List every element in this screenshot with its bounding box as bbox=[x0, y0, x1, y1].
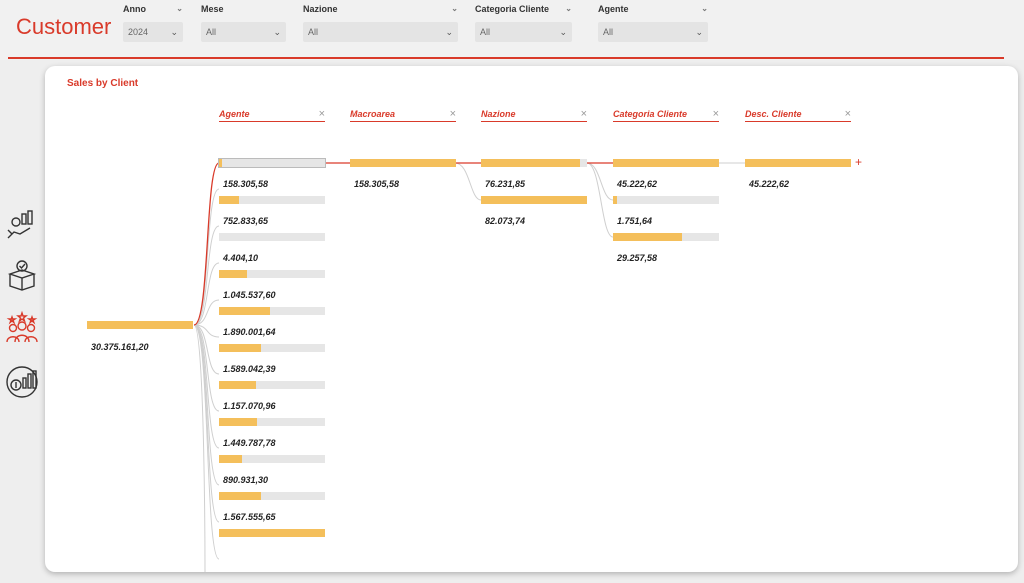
tree-node-agente-fill bbox=[219, 418, 258, 426]
chevron-down-icon: ⌄ bbox=[176, 4, 183, 13]
tree-node-agente-value: 4.404,10 bbox=[223, 253, 259, 263]
tree-node-agente[interactable] bbox=[219, 381, 325, 389]
tree-node-categoria-value: 29.257,58 bbox=[617, 253, 658, 263]
tree-node-agente-fill bbox=[219, 529, 325, 537]
tree-node-macroarea-value: 158.305,58 bbox=[354, 179, 400, 189]
tree-node-nazione-fill bbox=[481, 196, 587, 204]
tree-node-root[interactable] bbox=[87, 321, 193, 329]
tree-links bbox=[193, 162, 745, 572]
tree-node-categoria-fill bbox=[613, 196, 618, 204]
tree-node-agente-value: 1.449.787,78 bbox=[223, 438, 276, 448]
tree-node-nazione[interactable] bbox=[481, 196, 587, 204]
filter-categoria-select[interactable]: All ⌄ bbox=[475, 22, 572, 42]
filter-nazione[interactable]: Nazione ⌄ All ⌄ bbox=[303, 2, 458, 42]
tree-node-agente-value: 1.045.537,60 bbox=[223, 290, 276, 300]
filter-anno-select[interactable]: 2024 ⌄ bbox=[123, 22, 183, 42]
filter-nazione-select[interactable]: All ⌄ bbox=[303, 22, 458, 42]
box-check-icon[interactable] bbox=[4, 256, 40, 292]
tree-node-agente-value: 1.157.070,96 bbox=[223, 401, 276, 411]
filter-categoria-label: Categoria Cliente bbox=[475, 4, 550, 14]
chevron-down-icon: ⌄ bbox=[445, 26, 453, 37]
tree-node-agente-value: 158.305,58 bbox=[223, 179, 269, 189]
tree-node-agente-fill bbox=[219, 344, 262, 352]
tree-node-nazione-value: 76.231,85 bbox=[485, 179, 526, 189]
tree-node-root-fill bbox=[87, 321, 193, 329]
tree-node-nazione-fill bbox=[481, 159, 580, 167]
tree-node-agente-fill bbox=[219, 492, 262, 500]
tree-node-desc-cliente-fill bbox=[745, 159, 851, 167]
filter-categoria[interactable]: Categoria Cliente ⌄ All ⌄ bbox=[475, 2, 572, 42]
tree-node-categoria-value: 1.751,64 bbox=[617, 216, 653, 226]
hand-money-growth-icon[interactable] bbox=[4, 208, 40, 244]
filter-agente-value: All bbox=[603, 27, 614, 37]
filter-anno-label: Anno bbox=[123, 4, 146, 14]
tree-node-agente-value: 1.589.042,39 bbox=[223, 364, 276, 374]
tree-node-macroarea[interactable] bbox=[350, 159, 456, 167]
filter-agente-select[interactable]: All ⌄ bbox=[598, 22, 708, 42]
header-divider bbox=[8, 57, 1004, 59]
expand-plus-icon[interactable]: + bbox=[855, 155, 862, 169]
tree-node-macroarea-fill bbox=[350, 159, 456, 167]
filter-mese[interactable]: Mese All ⌄ bbox=[201, 2, 286, 42]
filter-nazione-label: Nazione bbox=[303, 4, 338, 14]
filter-categoria-value: All bbox=[480, 27, 491, 37]
tree-node-nazione-value: 82.073,74 bbox=[485, 216, 526, 226]
tree-node-agente[interactable] bbox=[218, 158, 326, 168]
filter-anno[interactable]: Anno ⌄ 2024 ⌄ bbox=[123, 2, 183, 42]
chevron-down-icon: ⌄ bbox=[701, 4, 708, 13]
tree-node-agente-fill bbox=[219, 270, 247, 278]
tree-node-agente-value: 890.931,30 bbox=[223, 475, 269, 485]
coin-chart-icon[interactable] bbox=[4, 364, 40, 400]
tree-node-categoria[interactable] bbox=[613, 196, 719, 204]
tree-node-categoria-fill bbox=[613, 233, 682, 241]
tree-node-agente-fill bbox=[219, 455, 243, 463]
tree-node-agente-fill bbox=[219, 196, 240, 204]
chevron-down-icon: ⌄ bbox=[273, 26, 281, 37]
tree-node-agente[interactable] bbox=[219, 455, 325, 463]
page-title: Customer bbox=[16, 14, 112, 39]
tree-node-categoria-value: 45.222,62 bbox=[617, 179, 658, 189]
filter-nazione-value: All bbox=[308, 27, 319, 37]
decomposition-tree-card: Sales by Client Agente × Macroarea × Naz… bbox=[45, 66, 1018, 572]
filter-mese-select[interactable]: All ⌄ bbox=[201, 22, 286, 42]
tree-node-categoria[interactable] bbox=[613, 159, 719, 167]
chevron-down-icon: ⌄ bbox=[170, 26, 178, 37]
filter-anno-value: 2024 bbox=[128, 27, 149, 37]
tree-node-agente-fill bbox=[219, 307, 270, 315]
tree-node-desc-cliente-value: 45.222,62 bbox=[749, 179, 790, 189]
tree-node-agente[interactable] bbox=[219, 307, 325, 315]
tree-node-agente-value: 1.567.555,65 bbox=[223, 512, 276, 522]
team-stars-icon[interactable] bbox=[4, 310, 40, 346]
tree-node-root-value: 30.375.161,20 bbox=[91, 342, 149, 352]
tree-node-agente[interactable] bbox=[219, 529, 325, 537]
tree-node-nazione[interactable] bbox=[481, 159, 587, 167]
tree-node-agente[interactable] bbox=[219, 344, 325, 352]
tree-node-agente[interactable] bbox=[219, 233, 325, 241]
chevron-down-icon: ⌄ bbox=[559, 26, 567, 37]
filter-mese-label: Mese bbox=[201, 4, 224, 14]
tree-node-agente-value: 1.890.001,64 bbox=[223, 327, 276, 337]
chevron-down-icon: ⌄ bbox=[695, 26, 703, 37]
tree-node-agente[interactable] bbox=[219, 418, 325, 426]
tree-node-agente[interactable] bbox=[219, 196, 325, 204]
tree-node-agente[interactable] bbox=[219, 270, 325, 278]
tree-node-agente-value: 752.833,65 bbox=[223, 216, 269, 226]
chevron-down-icon: ⌄ bbox=[565, 4, 572, 13]
filter-agente-label: Agente bbox=[598, 4, 629, 14]
tree-node-agente-fill bbox=[219, 159, 223, 167]
filter-agente[interactable]: Agente ⌄ All ⌄ bbox=[598, 2, 708, 42]
filter-mese-value: All bbox=[206, 27, 217, 37]
tree-node-desc-cliente[interactable] bbox=[745, 159, 851, 167]
tree-node-categoria-fill bbox=[613, 159, 719, 167]
tree-node-categoria[interactable] bbox=[613, 233, 719, 241]
tree-node-agente-fill bbox=[219, 381, 257, 389]
header-bar: Customer Anno ⌄ 2024 ⌄ Mese All ⌄ Nazione ⌄ … bbox=[0, 0, 1024, 60]
chevron-down-icon: ⌄ bbox=[451, 4, 458, 13]
tree-node-agente[interactable] bbox=[219, 492, 325, 500]
